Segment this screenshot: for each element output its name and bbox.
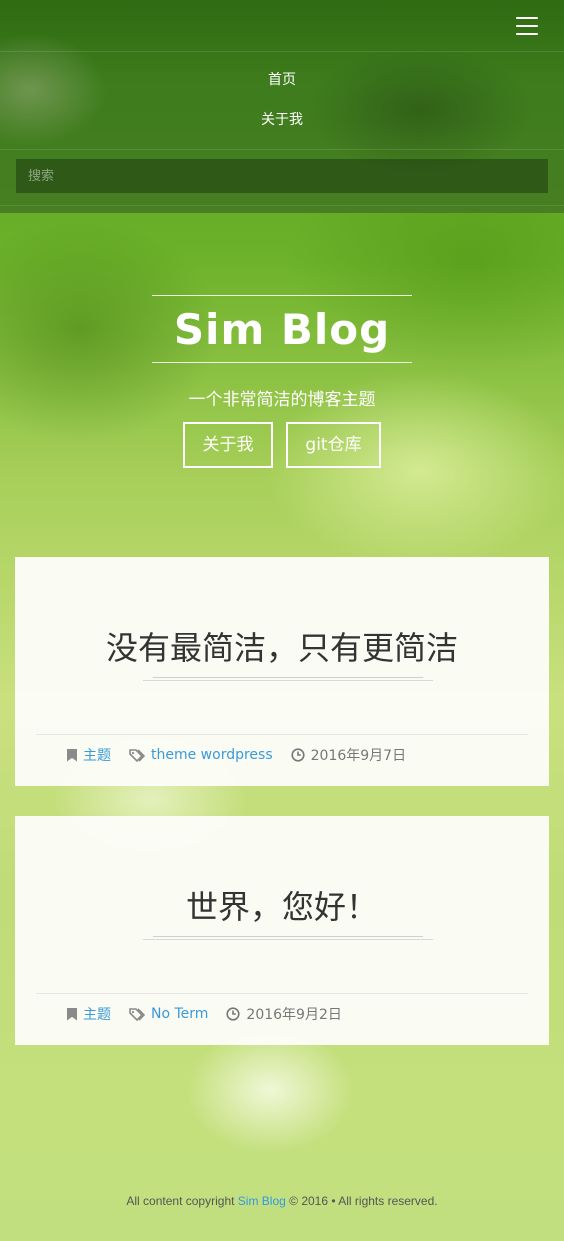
menu-toggle-bar (516, 25, 538, 27)
bookmark-icon (67, 748, 77, 762)
post-tags: theme wordpress (129, 747, 273, 763)
nav-item-about[interactable]: 关于我 (0, 100, 564, 140)
post-title[interactable]: 没有最简洁，只有更简洁 (15, 623, 549, 669)
nav-divider (0, 149, 564, 150)
pagination-dot (281, 1095, 283, 1097)
date-text: 2016年9月7日 (310, 748, 407, 764)
category-link[interactable]: 主题 (83, 745, 111, 765)
top-navbar: 首页 关于我 (0, 0, 564, 213)
footer-suffix: © 2016 • All rights reserved. (285, 1194, 438, 1208)
clock-icon (226, 1007, 241, 1021)
tags-link[interactable]: theme wordpress (151, 747, 273, 763)
about-me-button[interactable]: 关于我 (183, 422, 273, 468)
footer-site-link[interactable]: Sim Blog (238, 1194, 286, 1208)
post-card: 没有最简洁，只有更简洁 主题 theme wordpress 2016年9月7日 (15, 557, 549, 786)
post-tags: No Term (129, 1006, 208, 1022)
search-form (16, 159, 548, 193)
site-tagline: 一个非常简洁的博客主题 (188, 390, 376, 410)
post-meta: 主题 No Term 2016年9月2日 (67, 1005, 360, 1023)
date-text: 2016年9月2日 (246, 1007, 342, 1023)
tags-icon (129, 1007, 145, 1021)
search-input[interactable] (16, 159, 548, 193)
nav-divider (0, 205, 564, 206)
menu-toggle-icon[interactable] (516, 17, 538, 35)
menu-toggle-bar (516, 17, 538, 19)
post-card: 世界，您好！ 主题 No Term 2016年9月2日 (15, 816, 549, 1045)
bookmark-icon (67, 1007, 77, 1021)
git-repo-button[interactable]: git仓库 (286, 422, 381, 468)
clock-icon (291, 748, 305, 762)
tags-link[interactable]: No Term (151, 1006, 208, 1022)
site-title-frame: Sim Blog (152, 295, 412, 363)
post-category: 主题 (67, 745, 111, 765)
post-meta: 主题 theme wordpress 2016年9月7日 (67, 746, 424, 764)
title-divider (143, 677, 433, 683)
nav-item-home[interactable]: 首页 (0, 60, 564, 100)
meta-divider (36, 993, 528, 994)
title-divider (143, 936, 433, 942)
tags-icon (129, 748, 145, 762)
post-date: 2016年9月2日 (226, 1004, 342, 1024)
hero-section: Sim Blog 一个非常简洁的博客主题 关于我 git仓库 (0, 213, 564, 513)
site-footer: All content copyright Sim Blog © 2016 • … (0, 1194, 564, 1208)
nav-menu: 首页 关于我 (0, 60, 564, 140)
navbar-header (0, 0, 564, 52)
post-date: 2016年9月7日 (291, 745, 406, 765)
footer-prefix: All content copyright (126, 1194, 238, 1208)
post-category: 主题 (67, 1004, 111, 1024)
site-title[interactable]: Sim Blog (152, 296, 412, 364)
menu-toggle-bar (516, 33, 538, 35)
category-link[interactable]: 主题 (83, 1004, 111, 1024)
post-title[interactable]: 世界，您好！ (15, 882, 549, 928)
meta-divider (36, 734, 528, 735)
